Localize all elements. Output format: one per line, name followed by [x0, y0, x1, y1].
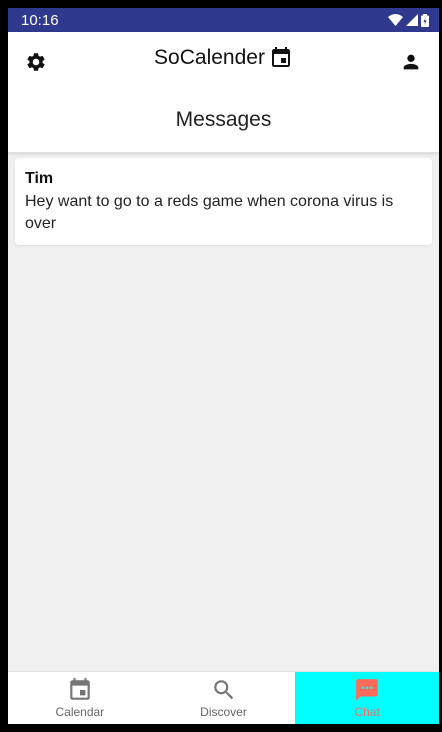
nav-tab-label: Chat	[354, 705, 380, 719]
nav-tab-label: Discover	[200, 705, 247, 719]
status-bar: 10:16	[8, 8, 439, 32]
nav-tab-chat[interactable]: Chat	[295, 672, 439, 724]
page-title: Messages	[175, 108, 272, 131]
nav-tab-label: Calendar	[55, 705, 105, 719]
message-item[interactable]: Tim Hey want to go to a reds game when c…	[15, 158, 432, 245]
app-brand: SoCalender	[8, 46, 439, 70]
status-time: 10:16	[21, 11, 59, 29]
person-icon	[403, 54, 419, 70]
message-list: Tim Hey want to go to a reds game when c…	[15, 158, 432, 245]
profile-button[interactable]	[397, 48, 425, 76]
status-icons	[388, 13, 429, 27]
message-preview: Hey want to go to a reds game when coron…	[25, 193, 394, 232]
nav-tab-discover[interactable]: Discover	[152, 672, 296, 724]
message-sender: Tim	[25, 170, 54, 187]
app-bar: SoCalender Messages	[8, 32, 439, 153]
search-icon	[213, 680, 233, 700]
wifi-icon	[388, 14, 403, 26]
app-screen: 10:16 SoCalender Messages Tim Hey want t…	[8, 8, 439, 724]
calendar-icon	[70, 678, 90, 700]
battery-icon	[421, 13, 429, 27]
nav-tab-calendar[interactable]: Calendar	[8, 672, 152, 724]
chat-icon	[356, 679, 379, 701]
bottom-navigation: Calendar Discover Chat	[8, 671, 439, 724]
calendar-event-icon	[271, 47, 290, 67]
app-title: SoCalender	[154, 46, 265, 69]
signal-icon	[406, 14, 418, 26]
